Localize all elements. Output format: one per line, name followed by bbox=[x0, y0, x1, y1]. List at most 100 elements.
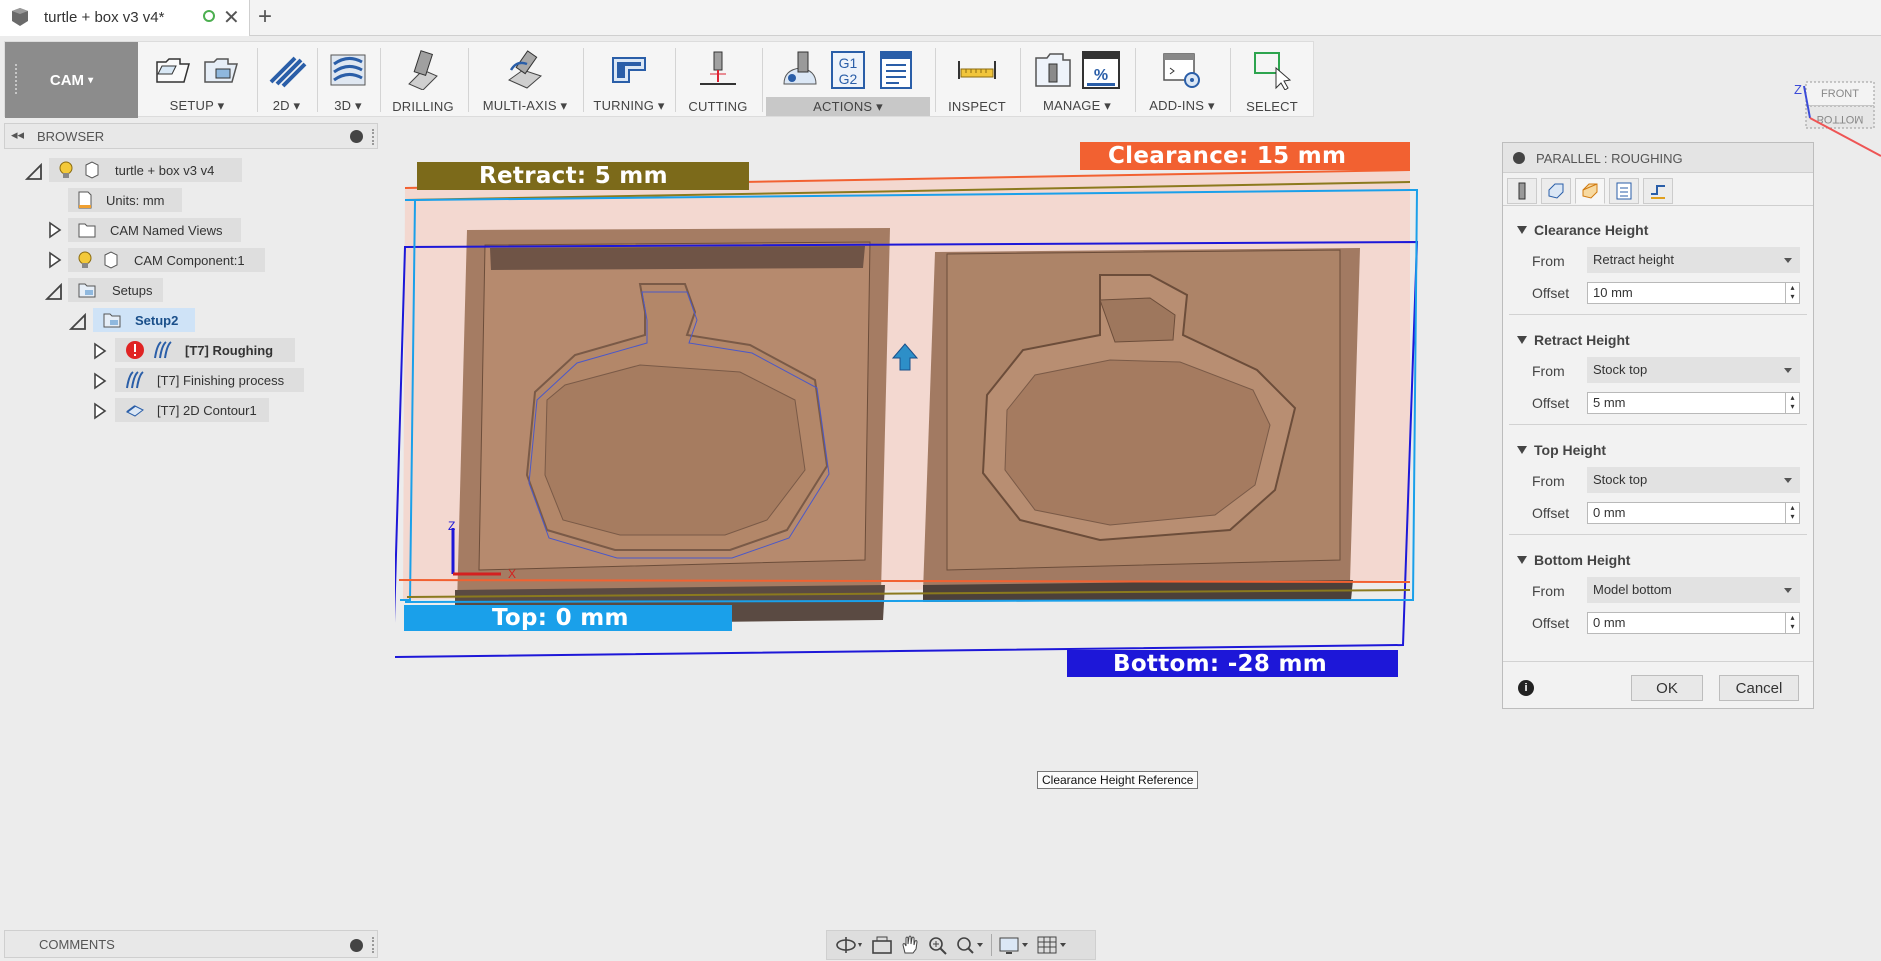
lightbulb-icon[interactable] bbox=[59, 161, 73, 179]
setup-sheet-icon[interactable] bbox=[876, 50, 916, 90]
tree-root-node[interactable]: turtle + box v3 v4 bbox=[49, 158, 242, 182]
multi-axis-icon[interactable] bbox=[505, 50, 545, 90]
setup-group-label: SETUP ▾ bbox=[169, 98, 225, 113]
section-divider bbox=[1509, 314, 1807, 315]
panel-grip[interactable] bbox=[372, 937, 374, 953]
collapsed-triangle-icon[interactable] bbox=[93, 372, 107, 390]
tab-passes[interactable] bbox=[1609, 178, 1639, 204]
document-tab[interactable]: turtle + box v3 v4* ✕ bbox=[0, 0, 250, 36]
component-icon bbox=[104, 251, 118, 269]
tab-heights[interactable] bbox=[1575, 178, 1605, 204]
folder-setup-icon[interactable] bbox=[201, 50, 241, 90]
dialog-tabs bbox=[1503, 174, 1813, 206]
measure-icon[interactable] bbox=[957, 50, 997, 90]
grid-settings-icon[interactable] bbox=[1036, 934, 1068, 956]
close-tab-icon[interactable]: ✕ bbox=[223, 5, 240, 30]
operation-roughing-node[interactable]: [T7] Roughing bbox=[115, 338, 295, 362]
cancel-button[interactable]: Cancel bbox=[1719, 675, 1799, 701]
select-cursor-icon[interactable] bbox=[1252, 50, 1292, 90]
display-settings-icon[interactable] bbox=[998, 934, 1030, 956]
collapsed-triangle-icon[interactable] bbox=[93, 342, 107, 360]
comments-panel[interactable]: COMMENTS bbox=[4, 930, 378, 958]
look-at-icon[interactable] bbox=[871, 934, 893, 956]
new-setup-icon[interactable] bbox=[153, 50, 193, 90]
browser-panel-header[interactable]: ◂◂ BROWSER bbox=[4, 123, 378, 149]
info-icon[interactable]: i bbox=[1518, 680, 1534, 696]
clearance-height-section[interactable]: Clearance Height bbox=[1517, 222, 1648, 238]
cutting-icon[interactable] bbox=[698, 50, 738, 90]
orbit-icon[interactable] bbox=[835, 934, 865, 956]
post-library-icon[interactable]: % bbox=[1081, 50, 1121, 90]
bottom-offset-input[interactable]: 0 mm ▴ ▾ bbox=[1587, 612, 1800, 634]
zoom-icon[interactable] bbox=[927, 934, 949, 956]
3d-group[interactable]: 3D ▾ bbox=[319, 42, 377, 118]
tool-library-icon[interactable] bbox=[1033, 50, 1073, 90]
minimize-panel-icon[interactable] bbox=[350, 130, 363, 143]
cutting-group[interactable]: CUTTING bbox=[677, 42, 759, 118]
zoom-window-icon[interactable] bbox=[955, 934, 985, 956]
panel-grip[interactable] bbox=[372, 129, 374, 145]
cam-named-views-node[interactable]: CAM Named Views bbox=[68, 218, 241, 242]
expanded-triangle-icon[interactable] bbox=[25, 163, 43, 181]
tab-linking[interactable] bbox=[1643, 178, 1673, 204]
bottom-height-section[interactable]: Bottom Height bbox=[1517, 552, 1630, 568]
retract-height-section[interactable]: Retract Height bbox=[1517, 332, 1630, 348]
setup2-node[interactable]: Setup2 bbox=[93, 308, 195, 332]
collapsed-triangle-icon[interactable] bbox=[93, 402, 107, 420]
3d-milling-icon[interactable] bbox=[328, 50, 368, 90]
folder-icon bbox=[78, 223, 96, 238]
clearance-offset-input[interactable]: 10 mm ▴ ▾ bbox=[1587, 282, 1800, 304]
lightbulb-icon[interactable] bbox=[78, 251, 92, 269]
add-ins-group[interactable]: ADD-INS ▾ bbox=[1137, 42, 1227, 118]
collapsed-triangle-icon[interactable] bbox=[48, 251, 62, 269]
simulate-icon[interactable] bbox=[780, 50, 820, 90]
inspect-group[interactable]: INSPECT bbox=[937, 42, 1017, 118]
setup-group[interactable]: SETUP ▾ bbox=[142, 42, 252, 118]
2d-milling-icon[interactable] bbox=[267, 50, 307, 90]
clearance-from-select[interactable]: Retract height bbox=[1587, 247, 1800, 273]
new-tab-button[interactable]: + bbox=[258, 3, 272, 31]
retract-from-label: From bbox=[1532, 363, 1565, 379]
collapse-panel-icon[interactable]: ◂◂ bbox=[11, 127, 24, 143]
cam-component-node[interactable]: CAM Component:1 bbox=[68, 248, 265, 272]
top-height-section[interactable]: Top Height bbox=[1517, 442, 1606, 458]
add-comment-icon[interactable] bbox=[350, 939, 363, 952]
collapsed-triangle-icon[interactable] bbox=[48, 221, 62, 239]
workspace-switcher-button[interactable]: CAM ▾ bbox=[5, 42, 138, 118]
top-offset-input[interactable]: 0 mm ▴ ▾ bbox=[1587, 502, 1800, 524]
turning-group[interactable]: TURNING ▾ bbox=[585, 42, 673, 118]
footer-divider bbox=[1503, 661, 1813, 662]
pocket-left-wall bbox=[490, 246, 865, 270]
dialog-header[interactable]: PARALLEL : ROUGHING bbox=[1503, 143, 1813, 173]
units-node[interactable]: Units: mm bbox=[68, 188, 182, 212]
turning-icon[interactable] bbox=[609, 50, 649, 90]
contour-label: [T7] 2D Contour1 bbox=[157, 402, 257, 418]
operation-finishing-node[interactable]: [T7] Finishing process bbox=[115, 368, 304, 392]
ok-button[interactable]: OK bbox=[1631, 675, 1703, 701]
section-divider bbox=[1509, 424, 1807, 425]
retract-offset-input[interactable]: 5 mm ▴ ▾ bbox=[1587, 392, 1800, 414]
workspace-label: CAM bbox=[49, 71, 85, 89]
scripts-addins-icon[interactable] bbox=[1162, 50, 1202, 90]
select-group[interactable]: SELECT bbox=[1232, 42, 1312, 118]
operation-contour-node[interactable]: [T7] 2D Contour1 bbox=[115, 398, 269, 422]
expanded-triangle-icon[interactable] bbox=[45, 283, 63, 301]
post-process-icon[interactable]: G1 G2 bbox=[828, 50, 868, 90]
top-from-select[interactable]: Stock top bbox=[1587, 467, 1800, 493]
tooltip: Clearance Height Reference bbox=[1037, 771, 1199, 789]
tab-geometry[interactable] bbox=[1541, 178, 1571, 204]
actions-group[interactable]: G1 G2 ACTIONS ▾ bbox=[764, 42, 932, 118]
pan-hand-icon[interactable] bbox=[899, 934, 921, 956]
manage-group[interactable]: % MANAGE ▾ bbox=[1022, 42, 1132, 118]
bottom-from-select[interactable]: Model bottom bbox=[1587, 577, 1800, 603]
drill-icon[interactable] bbox=[403, 50, 443, 90]
retract-from-select[interactable]: Stock top bbox=[1587, 357, 1800, 383]
drilling-group[interactable]: DRILLING bbox=[382, 42, 464, 118]
tab-tool[interactable] bbox=[1507, 178, 1537, 204]
2d-group[interactable]: 2D ▾ bbox=[259, 42, 314, 118]
multi-axis-group[interactable]: MULTI-AXIS ▾ bbox=[470, 42, 580, 118]
setups-folder-icon bbox=[78, 283, 96, 298]
collapse-dialog-icon[interactable] bbox=[1513, 152, 1525, 164]
expanded-triangle-icon[interactable] bbox=[69, 313, 87, 331]
setups-node[interactable]: Setups bbox=[68, 278, 163, 302]
